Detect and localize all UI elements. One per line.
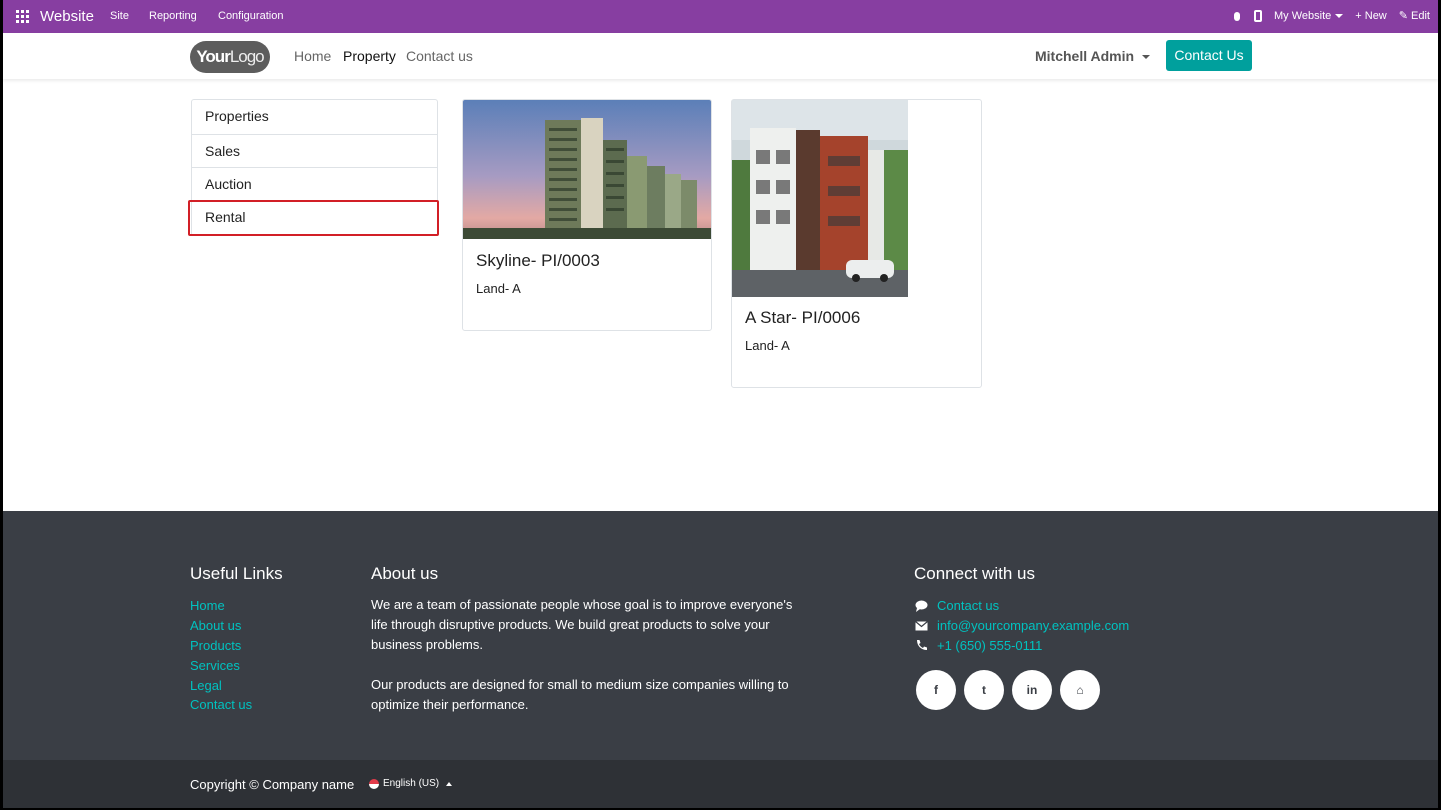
footer-link-contact-us[interactable]: Contact us (190, 697, 252, 712)
logo-text-bold: Your (196, 47, 230, 66)
about-line: We are a team of passionate people whose… (371, 597, 793, 612)
admin-bar: Website Site Reporting Configuration My … (3, 0, 1438, 33)
company-logo[interactable]: YourLogo (190, 41, 270, 73)
page-frame: Website Site Reporting Configuration My … (3, 0, 1438, 808)
footer-link-about-us[interactable]: About us (190, 618, 241, 633)
sidebar-item-sales[interactable]: Sales (192, 133, 437, 168)
menu-reporting[interactable]: Reporting (149, 10, 197, 22)
logo-text-light: Logo (229, 47, 265, 66)
about-line: life through disruptive products. We bui… (371, 617, 770, 632)
facebook-icon[interactable]: f (916, 670, 956, 710)
nav-property[interactable]: Property (343, 48, 396, 64)
footer-link-home[interactable]: Home (190, 598, 225, 613)
home-icon[interactable]: ⌂ (1060, 670, 1100, 710)
property-card[interactable]: Skyline- PI/0003 Land- A (462, 99, 712, 331)
mobile-preview-icon[interactable] (1254, 9, 1262, 22)
footer-link-legal[interactable]: Legal (190, 678, 222, 693)
about-line: optimize their performance. (371, 697, 529, 712)
footer-link-services[interactable]: Services (190, 658, 240, 673)
site-footer: Useful Links Home About us Products Serv… (3, 511, 1438, 760)
connect-contact-us-link[interactable]: Contact us (937, 598, 999, 613)
envelope-icon (915, 621, 928, 631)
sidebar-item-properties[interactable]: Properties (192, 100, 437, 134)
user-menu[interactable]: Mitchell Admin (1035, 48, 1151, 64)
property-title[interactable]: A Star- PI/0006 (745, 308, 860, 328)
property-card[interactable]: A Star- PI/0006 Land- A (731, 99, 982, 388)
nav-home[interactable]: Home (294, 48, 331, 64)
property-subtitle: Land- A (745, 338, 790, 353)
phone-link[interactable]: +1 (650) 555-0111 (937, 638, 1042, 653)
twitter-icon[interactable]: t (964, 670, 1004, 710)
menu-configuration[interactable]: Configuration (218, 10, 283, 22)
useful-links-heading: Useful Links (190, 564, 283, 583)
about-us-text: We are a team of passionate people whose… (371, 595, 792, 715)
flag-icon (369, 778, 379, 789)
nav-contact-us[interactable]: Contact us (406, 48, 473, 64)
email-link[interactable]: info@yourcompany.example.com (937, 618, 1129, 633)
new-button[interactable]: + New (1355, 10, 1387, 22)
sidebar-item-rental[interactable]: Rental (188, 199, 439, 236)
property-title[interactable]: Skyline- PI/0003 (476, 251, 600, 271)
website-header: YourLogo Home Property Contact us Mitche… (3, 33, 1438, 79)
apps-grid-icon[interactable] (16, 10, 29, 23)
my-website-label: My Website (1274, 9, 1332, 22)
property-subtitle: Land- A (476, 281, 521, 296)
sidebar-item-auction[interactable]: Auction (192, 167, 437, 201)
copyright-bar: Copyright © Company name English (US) (3, 760, 1438, 808)
footer-link-products[interactable]: Products (190, 638, 241, 653)
connect-heading: Connect with us (914, 564, 1035, 583)
chevron-up-icon (446, 781, 453, 786)
linkedin-icon[interactable]: in (1012, 670, 1052, 710)
copyright-text: Copyright © Company name (190, 777, 355, 792)
property-image (463, 100, 711, 239)
language-selector[interactable]: English (US) (369, 778, 453, 789)
edit-button[interactable]: ✎ Edit (1399, 9, 1430, 22)
menu-site[interactable]: Site (110, 10, 129, 22)
user-name: Mitchell Admin (1035, 48, 1135, 64)
phone-icon (917, 640, 927, 650)
chevron-down-icon (1142, 55, 1151, 60)
comment-icon (915, 600, 928, 612)
chevron-down-icon (1335, 13, 1344, 18)
about-line: Our products are designed for small to m… (371, 677, 789, 692)
about-line: business problems. (371, 637, 483, 652)
property-category-list: Properties Sales Auction Rental (188, 99, 439, 236)
about-us-heading: About us (371, 564, 439, 583)
debug-bug-icon[interactable] (1232, 10, 1242, 22)
property-image (732, 100, 908, 297)
my-website-dropdown[interactable]: My Website (1274, 9, 1344, 22)
language-label: English (US) (383, 778, 440, 789)
app-brand[interactable]: Website (40, 8, 94, 25)
contact-us-button[interactable]: Contact Us (1166, 40, 1252, 71)
